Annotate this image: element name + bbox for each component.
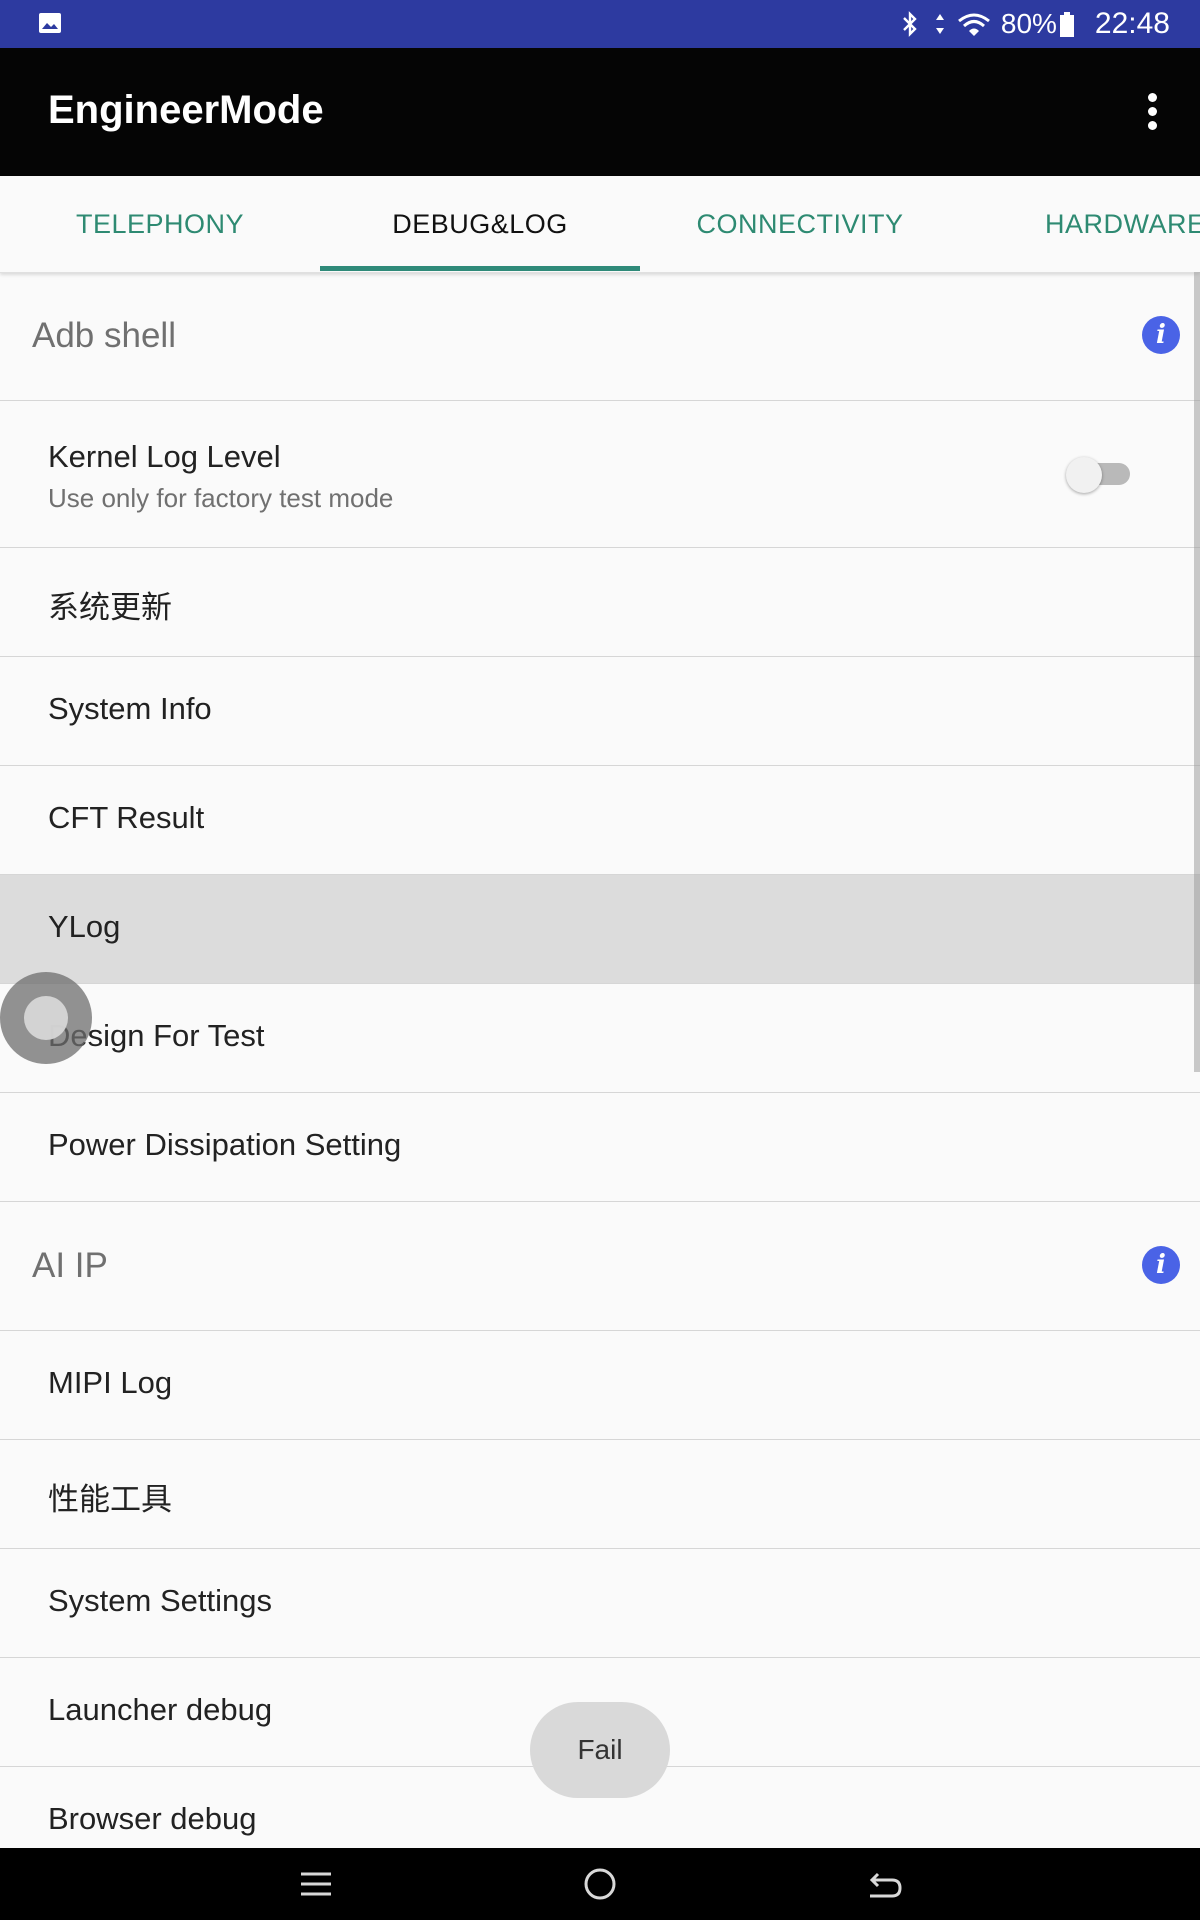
list-item-mipi-log[interactable]: MIPI Log bbox=[0, 1331, 1200, 1440]
navigation-bar bbox=[0, 1848, 1200, 1920]
list-item-label: CFT Result bbox=[48, 800, 205, 835]
kernel-log-level-row[interactable]: Kernel Log Level Use only for factory te… bbox=[0, 401, 1200, 548]
tab-telephony[interactable]: TELEPHONY bbox=[0, 176, 320, 272]
clock: 22:48 bbox=[1094, 7, 1170, 40]
kernel-log-level-switch[interactable] bbox=[1066, 457, 1130, 493]
scrollbar[interactable] bbox=[1194, 272, 1200, 1072]
tab-connectivity[interactable]: CONNECTIVITY bbox=[640, 176, 960, 272]
list-item-label: 性能工具 bbox=[48, 1482, 172, 1517]
screen: 80% 22:48 EngineerMode TELEPHONY DEBUG&L… bbox=[0, 0, 1200, 1920]
tab-indicator bbox=[320, 266, 640, 271]
app-title: EngineerMode bbox=[48, 88, 324, 132]
battery-percent: 80% bbox=[1000, 8, 1057, 39]
list-item-label: Browser debug bbox=[48, 1801, 257, 1836]
status-icons: 80% 22:48 bbox=[897, 0, 1170, 48]
tab-hardware[interactable]: HARDWARE bbox=[960, 176, 1200, 272]
bluetooth-icon bbox=[903, 11, 917, 37]
home-icon[interactable] bbox=[578, 1862, 622, 1906]
list-item-label: System Info bbox=[48, 691, 212, 726]
list-item-design-for-test[interactable]: Design For Test bbox=[0, 984, 1200, 1093]
list-item-ylog[interactable]: YLog bbox=[0, 875, 1200, 984]
app-bar: EngineerMode bbox=[0, 48, 1200, 176]
list-item-label: YLog bbox=[48, 909, 121, 944]
list-item-label: Power Dissipation Setting bbox=[48, 1127, 402, 1162]
list-item-cft-result[interactable]: CFT Result bbox=[0, 766, 1200, 875]
status-bar: 80% 22:48 bbox=[0, 0, 1200, 48]
menu-icon[interactable] bbox=[294, 1862, 338, 1906]
section-header-adb-shell: Adb shell i bbox=[0, 272, 1200, 401]
section-title: Adb shell bbox=[32, 316, 176, 355]
section-title: AI IP bbox=[32, 1246, 108, 1285]
list-item-label: 系统更新 bbox=[48, 590, 172, 625]
image-icon bbox=[39, 13, 61, 33]
list-item-system-update[interactable]: 系统更新 bbox=[0, 548, 1200, 657]
list-item-system-settings[interactable]: System Settings bbox=[0, 1549, 1200, 1658]
section-header-ai-ip: AI IP i bbox=[0, 1202, 1200, 1331]
list-item-label: System Settings bbox=[48, 1583, 272, 1618]
kernel-log-level-title: Kernel Log Level bbox=[48, 439, 281, 474]
battery-icon bbox=[1059, 12, 1074, 37]
list-item-system-info[interactable]: System Info bbox=[0, 657, 1200, 766]
back-icon[interactable] bbox=[862, 1862, 906, 1906]
list-item-label: Launcher debug bbox=[48, 1692, 273, 1727]
list-item-label: MIPI Log bbox=[48, 1365, 173, 1400]
tab-bar: TELEPHONY DEBUG&LOG CONNECTIVITY HARDWAR… bbox=[0, 176, 1200, 273]
touch-indicator bbox=[0, 972, 92, 1064]
list-item-power-dissipation[interactable]: Power Dissipation Setting bbox=[0, 1093, 1200, 1202]
tab-debug-log[interactable]: DEBUG&LOG bbox=[320, 176, 640, 272]
more-vert-icon[interactable] bbox=[1132, 88, 1172, 136]
info-icon[interactable]: i bbox=[1142, 316, 1180, 354]
kernel-log-level-subtitle: Use only for factory test mode bbox=[48, 483, 394, 513]
settings-list: Adb shell i Kernel Log Level Use only fo… bbox=[0, 272, 1200, 1876]
list-item-performance-tools[interactable]: 性能工具 bbox=[0, 1440, 1200, 1549]
info-icon[interactable]: i bbox=[1142, 1246, 1180, 1284]
data-arrows-icon bbox=[935, 14, 944, 34]
wifi-icon bbox=[957, 13, 990, 36]
toast-message: Fail bbox=[530, 1702, 670, 1798]
